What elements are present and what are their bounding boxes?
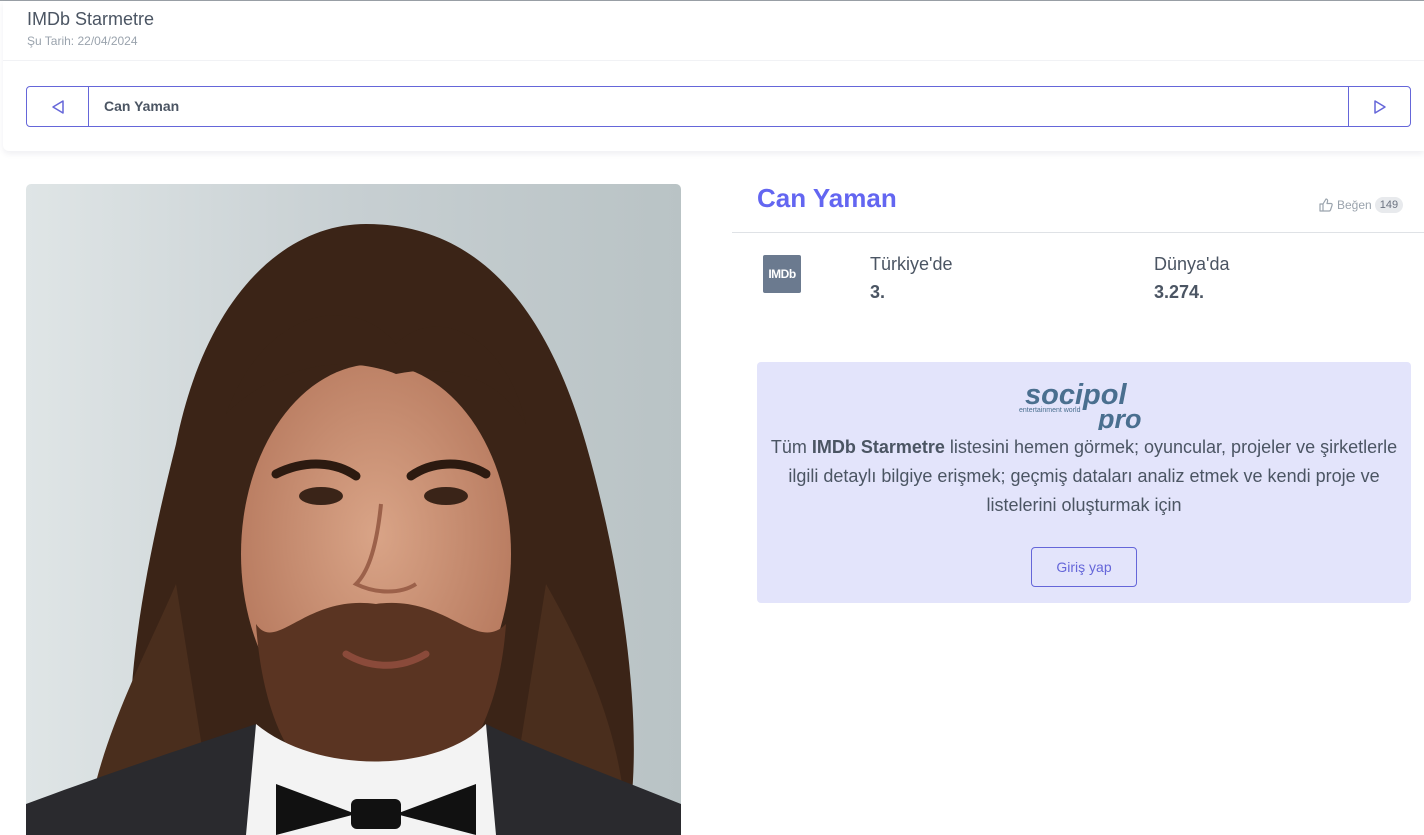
promo-text-start: Tüm xyxy=(770,437,812,457)
person-name[interactable]: Can Yaman xyxy=(757,183,897,214)
person-photo xyxy=(26,184,681,835)
name-divider xyxy=(732,232,1424,233)
world-rank-value: 3.274. xyxy=(1154,282,1205,302)
like-label: Beğen xyxy=(1337,198,1372,212)
date-label: Şu Tarih: 22/04/2024 xyxy=(27,34,138,48)
navigator-current-name: Can Yaman xyxy=(104,98,180,114)
imdb-logo: IMDb xyxy=(763,255,801,293)
like-count-badge: 149 xyxy=(1374,197,1404,213)
turkey-rank-label: Türkiye'de xyxy=(870,254,953,274)
logo-pro-text: pro xyxy=(1097,404,1142,430)
triangle-right-icon xyxy=(1373,99,1386,114)
world-rank-label: Dünya'da xyxy=(1154,254,1230,274)
thumbs-up-icon xyxy=(1319,198,1333,212)
header-divider xyxy=(3,60,1424,61)
triangle-left-icon xyxy=(51,99,64,114)
socipol-pro-logo: socipol entertainment world pro xyxy=(1019,379,1142,430)
promo-text-bold: IMDb Starmetre xyxy=(811,437,945,457)
promo-box: socipol entertainment world pro Tüm IMDb… xyxy=(757,362,1411,603)
login-button[interactable]: Giriş yap xyxy=(1031,547,1137,587)
promo-text: Tüm IMDb Starmetre listesini hemen görme… xyxy=(767,433,1401,520)
like-button[interactable]: Beğen 149 xyxy=(1318,197,1404,213)
page-title: IMDb Starmetre xyxy=(27,9,155,29)
person-navigator: Can Yaman xyxy=(26,86,1411,127)
header-card: IMDb Starmetre Şu Tarih: 22/04/2024 Can … xyxy=(3,1,1424,151)
previous-button[interactable] xyxy=(27,87,89,126)
turkey-rank-value: 3. xyxy=(870,282,886,302)
logo-tagline-text: entertainment world xyxy=(1019,407,1081,414)
next-button[interactable] xyxy=(1348,87,1410,126)
